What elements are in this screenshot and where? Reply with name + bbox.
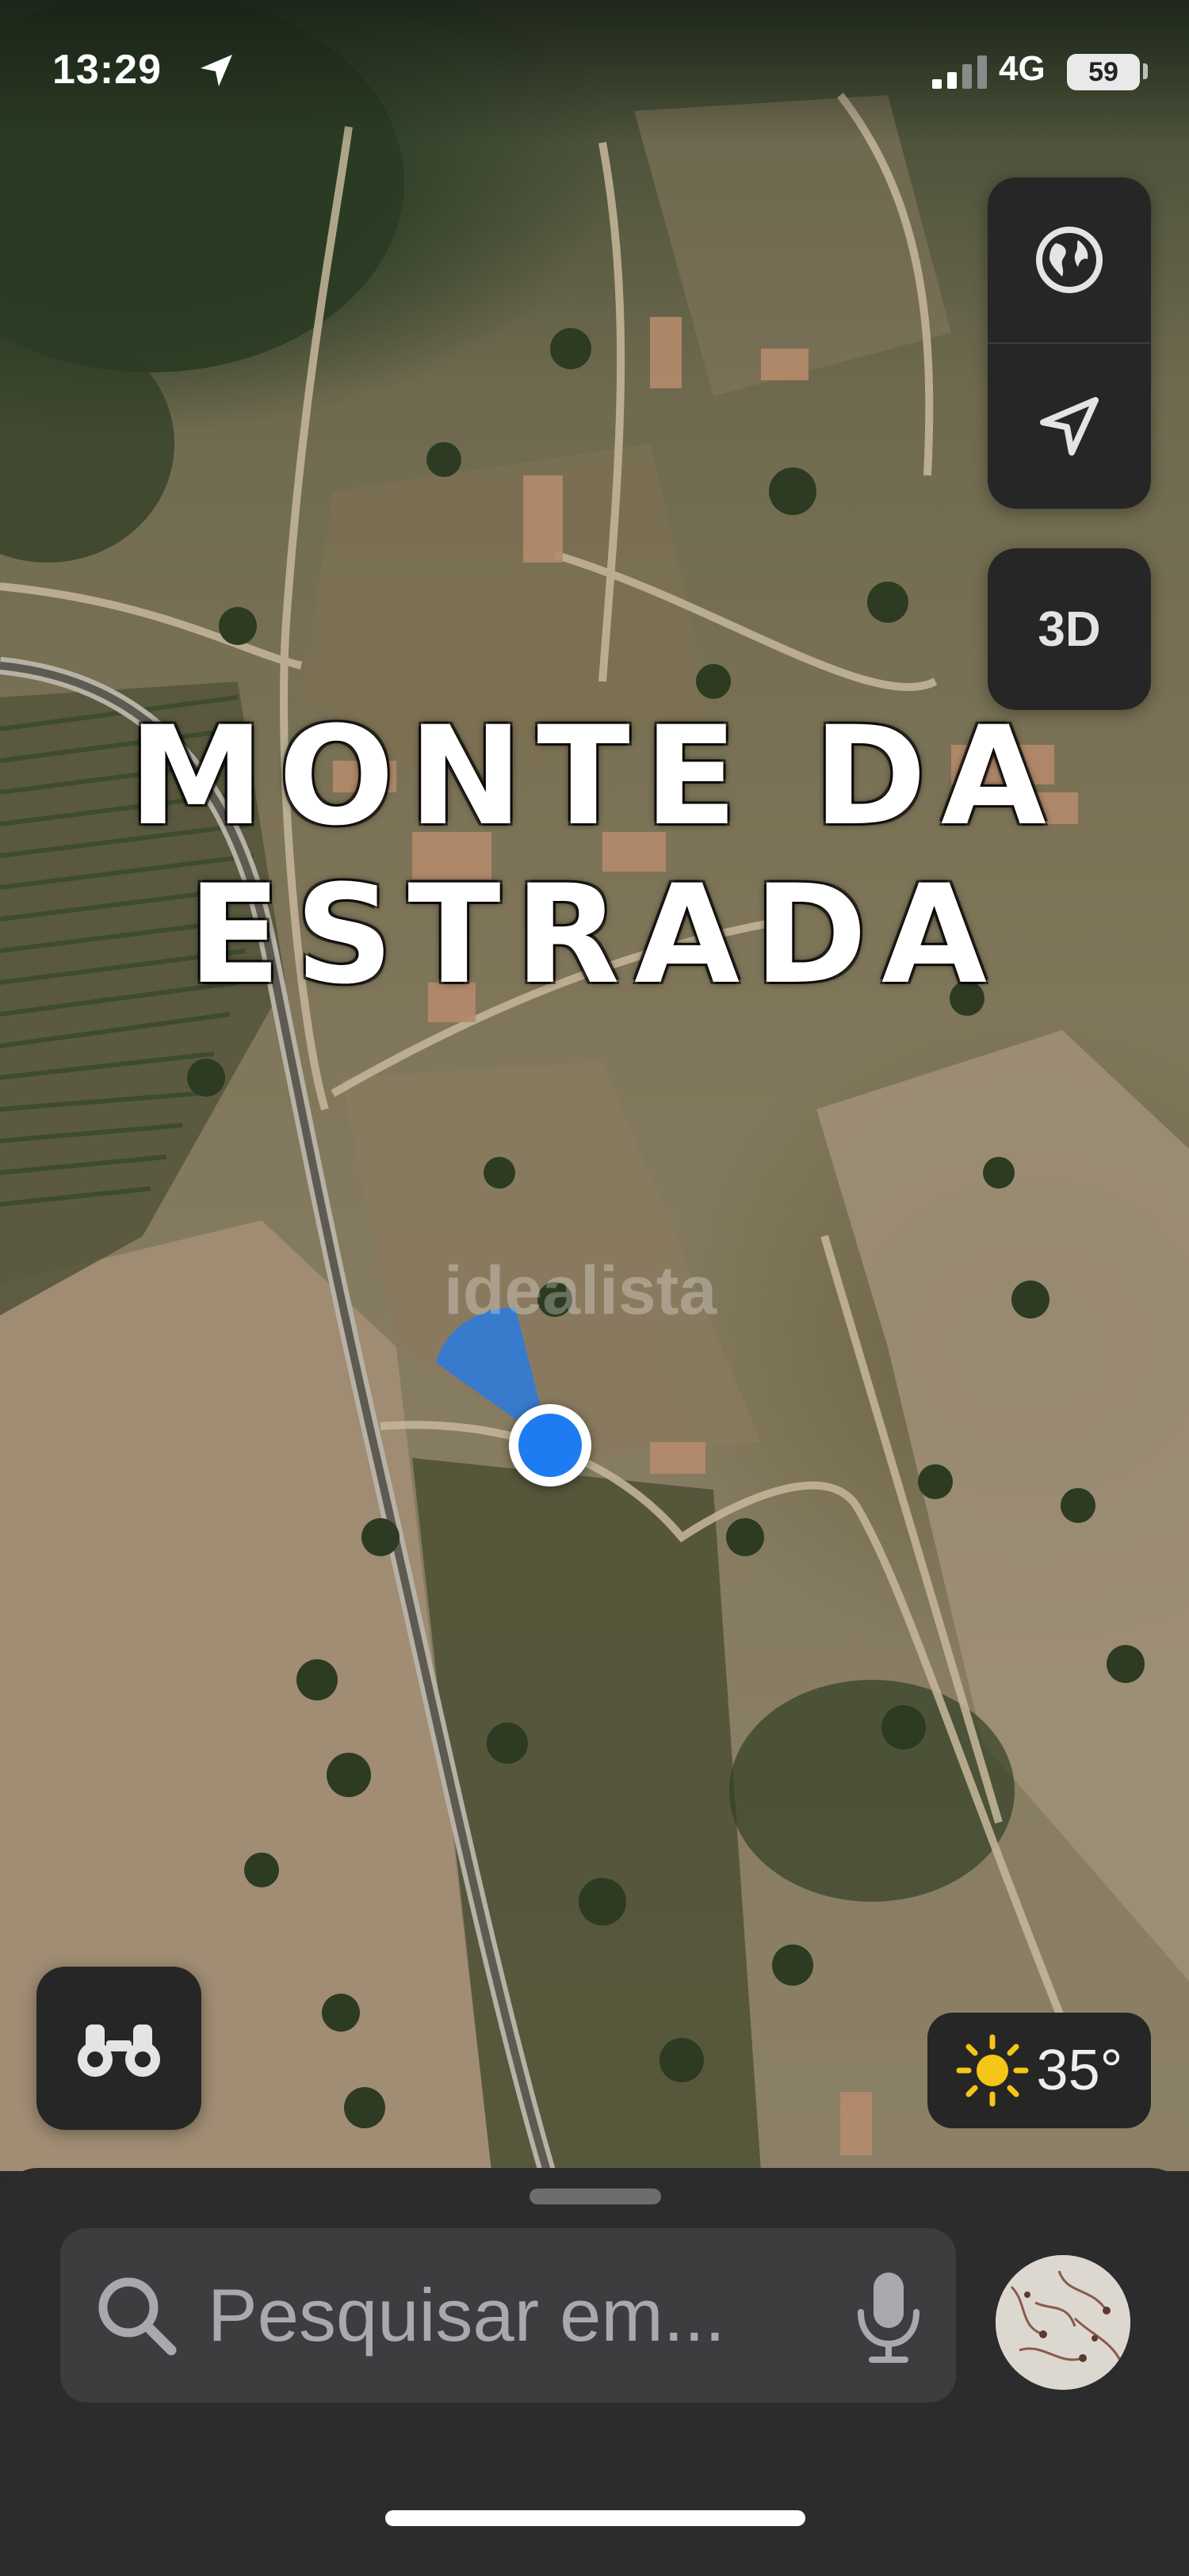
battery-cap: [1143, 63, 1148, 79]
search-placeholder[interactable]: Pesquisar em...: [208, 2273, 725, 2358]
microphone-icon[interactable]: [845, 2268, 932, 2363]
network-type: 4G: [999, 49, 1046, 88]
look-around-button[interactable]: [36, 1967, 201, 2130]
cellular-signal-icon: [932, 55, 987, 89]
binoculars-icon: [78, 2025, 160, 2077]
map-controls: [988, 177, 1151, 509]
sheet-grabber[interactable]: [530, 2189, 661, 2204]
user-location-dot[interactable]: [509, 1404, 591, 1486]
place-label: MONTE DA ESTRADA: [0, 697, 1189, 1014]
home-indicator: [385, 2510, 805, 2526]
search-bar[interactable]: Pesquisar em...: [60, 2228, 956, 2402]
weather-badge[interactable]: 35°: [927, 2013, 1151, 2128]
location-arrow-icon: [201, 55, 232, 86]
user-location-dot-inner: [518, 1414, 582, 1477]
avatar-pattern: [996, 2255, 1130, 2390]
navigation-arrow-icon: [1040, 397, 1099, 456]
globe-icon: [1036, 227, 1103, 293]
avatar[interactable]: [996, 2255, 1130, 2390]
status-bar: 13:29 4G 59: [0, 0, 1189, 143]
temperature: 35°: [1036, 2039, 1123, 2102]
sun-icon: [956, 2034, 1029, 2107]
map-style-button[interactable]: [988, 177, 1151, 342]
place-label-line1: MONTE DA: [128, 696, 1061, 856]
watermark: idealista: [444, 1253, 717, 1329]
battery-level: 59: [1067, 54, 1140, 90]
place-label-line2: ESTRADA: [187, 855, 1002, 1014]
bottom-sheet[interactable]: Pesquisar em...: [0, 2168, 1189, 2576]
magnifying-glass-icon: [98, 2277, 177, 2356]
track-location-button[interactable]: [988, 344, 1151, 509]
view-3d-button[interactable]: 3D: [988, 548, 1151, 710]
status-time: 13:29: [52, 47, 162, 93]
